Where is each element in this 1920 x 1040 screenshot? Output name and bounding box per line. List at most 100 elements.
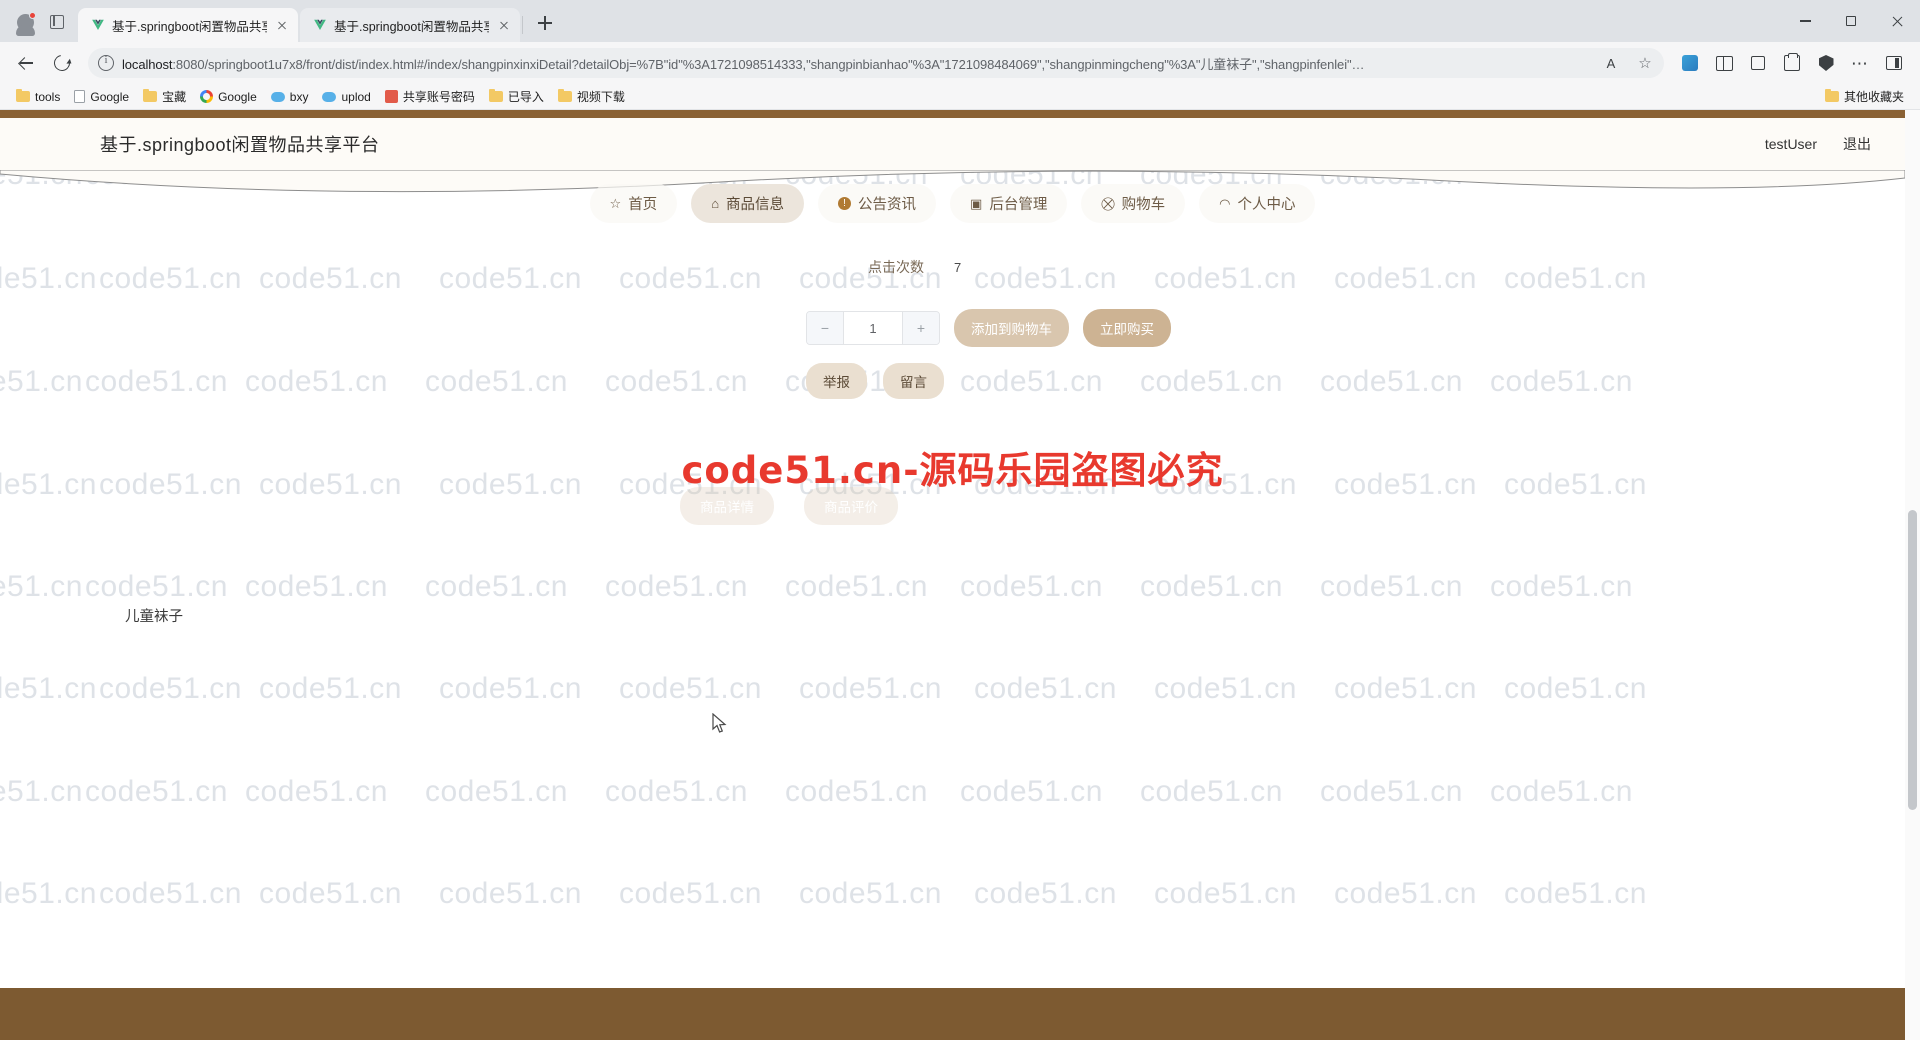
other-bookmarks-button[interactable]: 其他收藏夹: [1819, 86, 1910, 107]
page-scrollbar[interactable]: [1905, 110, 1920, 1040]
quantity-increase-button[interactable]: +: [903, 312, 939, 344]
sidebar-button[interactable]: [1878, 47, 1910, 79]
site-info-icon[interactable]: [98, 54, 114, 71]
close-window-button[interactable]: [1874, 0, 1920, 42]
site-footer: [0, 988, 1905, 1040]
quantity-stepper[interactable]: − +: [806, 311, 940, 345]
collections-icon: [1784, 53, 1800, 71]
watermark-text: code51.cn: [259, 877, 402, 910]
extension-icon: [1682, 55, 1698, 71]
bookmark-item[interactable]: 视频下载: [552, 86, 631, 107]
nav-item-admin[interactable]: ▣ 后台管理: [950, 184, 1068, 223]
page-title: 基于.springboot闲置物品共享平台: [100, 135, 380, 155]
bookmark-item[interactable]: Google: [68, 88, 135, 106]
nav-item-home[interactable]: ☆ 首页: [589, 184, 678, 223]
watermark-text: code51.cn: [785, 775, 928, 808]
bookmark-item[interactable]: 共享账号密码: [379, 86, 481, 107]
shield-button[interactable]: [1810, 47, 1842, 79]
minimize-button[interactable]: [1782, 0, 1828, 42]
watermark-text: code51.cn: [1504, 672, 1647, 705]
alert-icon: !: [838, 197, 852, 210]
nav-label: 后台管理: [989, 197, 1048, 213]
nav-label: 商品信息: [726, 197, 785, 213]
nav-item-profile[interactable]: ◠ 个人中心: [1199, 184, 1316, 223]
split-screen-button[interactable]: [1708, 47, 1740, 79]
settings-more-button[interactable]: ⋯: [1844, 47, 1876, 79]
history-icon: [1750, 55, 1766, 71]
bookmarks-bar: tools Google 宝藏 Google bxy uplod 共享账号密码 …: [0, 84, 1920, 110]
watermark-text: code51.cn: [1334, 877, 1477, 910]
nav-item-product-info[interactable]: ⌂ 商品信息: [691, 184, 805, 223]
bookmark-label: 共享账号密码: [402, 90, 475, 104]
watermark-text: code51.cn: [974, 877, 1117, 910]
extensions-button[interactable]: [1674, 47, 1706, 79]
watermark-text: code51.cn: [439, 672, 582, 705]
bookmark-label: tools: [35, 89, 61, 104]
user-icon: ◠: [1219, 196, 1231, 211]
reading-view-icon[interactable]: A: [1598, 50, 1624, 76]
site-header: 基于.springboot闲置物品共享平台 testUser 退出: [0, 118, 1905, 170]
maximize-button[interactable]: [1828, 0, 1874, 42]
bookmark-item[interactable]: 宝藏: [137, 86, 192, 107]
back-button[interactable]: [10, 47, 42, 79]
watermark-text: code51.cn: [85, 775, 228, 808]
message-button[interactable]: 留言: [883, 363, 944, 399]
tab-divider: [522, 16, 523, 34]
tab-close-icon[interactable]: [496, 17, 512, 33]
profile-button[interactable]: [8, 7, 42, 37]
watermark-text: code51.cn: [425, 775, 568, 808]
watermark-text: code51.cn: [1334, 672, 1477, 705]
nav-item-cart[interactable]: ⛒ 购物车: [1081, 184, 1186, 223]
report-button[interactable]: 举报: [806, 363, 867, 399]
address-bar[interactable]: localhost:8080/springboot1u7x8/front/dis…: [88, 48, 1664, 78]
bookmark-star-icon[interactable]: ☆: [1632, 50, 1658, 76]
nav-item-announcements[interactable]: ! 公告资讯: [818, 184, 937, 223]
more-icon: ⋯: [1851, 53, 1869, 73]
nav-label: 公告资讯: [858, 197, 917, 213]
tab-search-button[interactable]: [42, 7, 72, 37]
nav-label: 个人中心: [1237, 197, 1296, 213]
reload-button[interactable]: [46, 47, 78, 79]
watermark-text: code51.cn: [1140, 775, 1283, 808]
bookmark-item[interactable]: 已导入: [483, 86, 550, 107]
scrollbar-thumb[interactable]: [1908, 510, 1917, 810]
history-button[interactable]: [1742, 47, 1774, 79]
reload-icon: [50, 51, 74, 75]
click-count-value: 7: [954, 259, 962, 275]
browser-tab-2[interactable]: 基于.springboot闲置物品共享平…: [300, 8, 520, 42]
watermark-text: code51.cn: [439, 877, 582, 910]
window-icon: ▣: [970, 196, 983, 211]
browser-tab-1[interactable]: 基于.springboot闲置物品共享平…: [78, 8, 298, 42]
main-navigation: ☆ 首页 ⌂ 商品信息 ! 公告资讯 ▣ 后台管理 ⛒ 购物车 ◠ 个人中心: [0, 184, 1905, 223]
logout-button[interactable]: 退出: [1843, 134, 1871, 154]
bookmark-item[interactable]: tools: [10, 88, 66, 106]
new-tab-button[interactable]: [531, 9, 559, 37]
split-screen-icon: [1715, 55, 1733, 71]
bookmark-item[interactable]: Google: [194, 88, 263, 106]
folder-icon: [557, 88, 572, 102]
url-text: localhost:8080/springboot1u7x8/front/dis…: [122, 54, 1590, 73]
folder-icon: [143, 88, 158, 102]
watermark-text: code51.cn: [259, 672, 402, 705]
collections-button[interactable]: [1776, 47, 1808, 79]
bookmark-item[interactable]: bxy: [265, 88, 315, 106]
tab-title: 基于.springboot闲置物品共享平…: [112, 19, 267, 34]
watermark-text: code51.cn: [0, 877, 97, 910]
quantity-decrease-button[interactable]: −: [807, 312, 843, 344]
watermark-text: code51.cn: [245, 775, 388, 808]
add-to-cart-button[interactable]: 添加到购物车: [954, 309, 1069, 347]
watermark-text: code51.cn: [799, 877, 942, 910]
web-page: code51.cn code51.cn code51.cn code51.cn code…: [0, 110, 1905, 1040]
watermark-text: code51.cn: [1154, 672, 1297, 705]
product-name-text: 儿童袜子: [125, 609, 183, 625]
quantity-input[interactable]: [843, 312, 903, 344]
url-path: :8080/springboot1u7x8/front/dist/index.h…: [172, 56, 1365, 72]
notification-dot-icon: [29, 12, 36, 19]
window-controls: [1782, 0, 1920, 42]
cloud-icon: [270, 91, 285, 102]
bookmark-label: bxy: [289, 89, 309, 104]
tab-close-icon[interactable]: [274, 17, 290, 33]
bookmark-item[interactable]: uplod: [316, 88, 376, 106]
buy-now-button[interactable]: 立即购买: [1083, 309, 1171, 347]
mouse-cursor: [712, 713, 727, 733]
